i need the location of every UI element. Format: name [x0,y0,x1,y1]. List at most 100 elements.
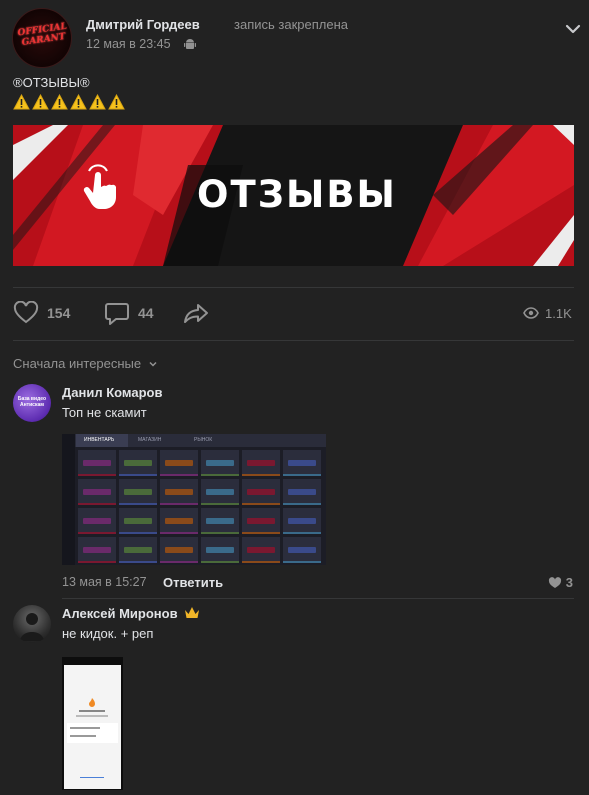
commenter-name-text: Алексей Миронов [62,606,178,621]
weapon-thumbnail [288,547,316,553]
inventory-item-cell [78,537,116,563]
author-avatar[interactable]: OFFICIAL GARANT [12,8,72,68]
phone-subline [76,715,108,717]
weapon-thumbnail [165,460,193,466]
reply-button[interactable]: Ответить [163,575,223,590]
weapon-thumbnail [247,460,275,466]
comment-like-button[interactable]: 3 [548,575,573,590]
author-name[interactable]: Дмитрий Гордеев [86,17,200,32]
weapon-thumbnail [124,547,152,553]
eye-icon [523,307,539,319]
post-header: OFFICIAL GARANT Дмитрий Гордеев запись з… [12,8,581,68]
weapon-thumbnail [83,460,111,466]
warning-icon [32,94,49,110]
phone-bottom-line [80,777,104,778]
tab-shop-label: МАГАЗИН [138,437,162,443]
weapon-thumbnail [288,489,316,495]
warning-emojis [13,94,127,114]
warning-icon [89,94,106,110]
share-button[interactable] [183,298,217,328]
inventory-item-cell [78,450,116,476]
phone-row [70,735,96,737]
commenter-name[interactable]: Данил Комаров [62,385,162,400]
post-banner-image[interactable]: ОТЗЫВЫ [13,125,574,266]
inventory-item-cell [242,537,280,563]
weapon-thumbnail [165,518,193,524]
commenter-avatar[interactable] [13,605,51,643]
comment-attachment-image[interactable]: ИНВЕНТАРЬ МАГАЗИН РЫНОК [62,434,326,565]
weapon-thumbnail [206,518,234,524]
crown-icon [185,607,200,618]
heart-icon [13,301,39,324]
avatar-logo-text: OFFICIAL GARANT [17,21,68,48]
banner-text: ОТЗЫВЫ [197,173,397,216]
fire-icon [89,698,95,707]
phone-heading-line [79,710,105,712]
comment-text: Топ не скамит [62,405,147,420]
comment-text: не кидок. + реп [62,626,154,641]
divider [62,598,574,599]
weapon-thumbnail [206,460,234,466]
weapon-thumbnail [247,518,275,524]
android-icon [184,39,196,49]
sort-label: Сначала интересные [13,356,142,371]
comment-count: 44 [138,305,154,321]
weapon-thumbnail [247,547,275,553]
post-title: ®ОТЗЫВЫ® [13,75,90,90]
inventory-item-cell [119,450,157,476]
inventory-item-cell [242,508,280,534]
inventory-item-cell [160,479,198,505]
inventory-item-cell [160,450,198,476]
commenter-avatar[interactable]: База видео Антискам [13,384,51,422]
warning-icon [108,94,125,110]
comment-attachment-image[interactable] [62,657,123,790]
inventory-item-cell [78,479,116,505]
heart-icon [548,576,561,588]
post-actions: 154 44 1.1K [13,298,574,328]
comment-button[interactable]: 44 [104,298,154,328]
inventory-item-cell [119,537,157,563]
inventory-item-cell [119,479,157,505]
inventory-item-cell [201,508,239,534]
commenter-name[interactable]: Алексей Миронов [62,606,200,621]
inventory-sidebar [62,434,75,565]
weapon-thumbnail [288,518,316,524]
post-time[interactable]: 12 мая в 23:45 [86,37,171,51]
views: 1.1K [523,298,572,328]
weapon-thumbnail [124,460,152,466]
sort-dropdown[interactable]: Сначала интересные [13,356,158,371]
like-count: 154 [47,305,71,321]
comment-time[interactable]: 13 мая в 15:27 [62,575,147,589]
inventory-item-cell [283,508,321,534]
divider [13,287,574,288]
divider [13,340,574,341]
inventory-item-cell [283,479,321,505]
chevron-down-icon [149,361,157,367]
like-button[interactable]: 154 [13,298,70,328]
weapon-thumbnail [83,518,111,524]
weapon-thumbnail [247,489,275,495]
comment-item: Алексей Миронов не кидок. + реп [13,605,578,795]
phone-card [67,723,118,743]
weapon-thumbnail [165,489,193,495]
inventory-item-cell [119,508,157,534]
chevron-down-icon[interactable] [564,22,582,36]
warning-icon [13,94,30,110]
tab-inventory-label: ИНВЕНТАРЬ [84,437,115,443]
inventory-item-cell [78,508,116,534]
inventory-grid [78,450,322,563]
weapon-thumbnail [206,489,234,495]
weapon-thumbnail [206,547,234,553]
comment-like-count: 3 [565,575,573,590]
view-count: 1.1K [545,305,572,321]
inventory-item-cell [201,450,239,476]
avatar-text: База видео Антискам [17,396,47,408]
inventory-item-cell [242,479,280,505]
comment-item: База видео Антискам Данил Комаров Топ не… [13,384,578,594]
weapon-thumbnail [83,547,111,553]
warning-icon [70,94,87,110]
weapon-thumbnail [165,547,193,553]
inventory-item-cell [242,450,280,476]
inventory-item-cell [201,479,239,505]
weapon-thumbnail [83,489,111,495]
